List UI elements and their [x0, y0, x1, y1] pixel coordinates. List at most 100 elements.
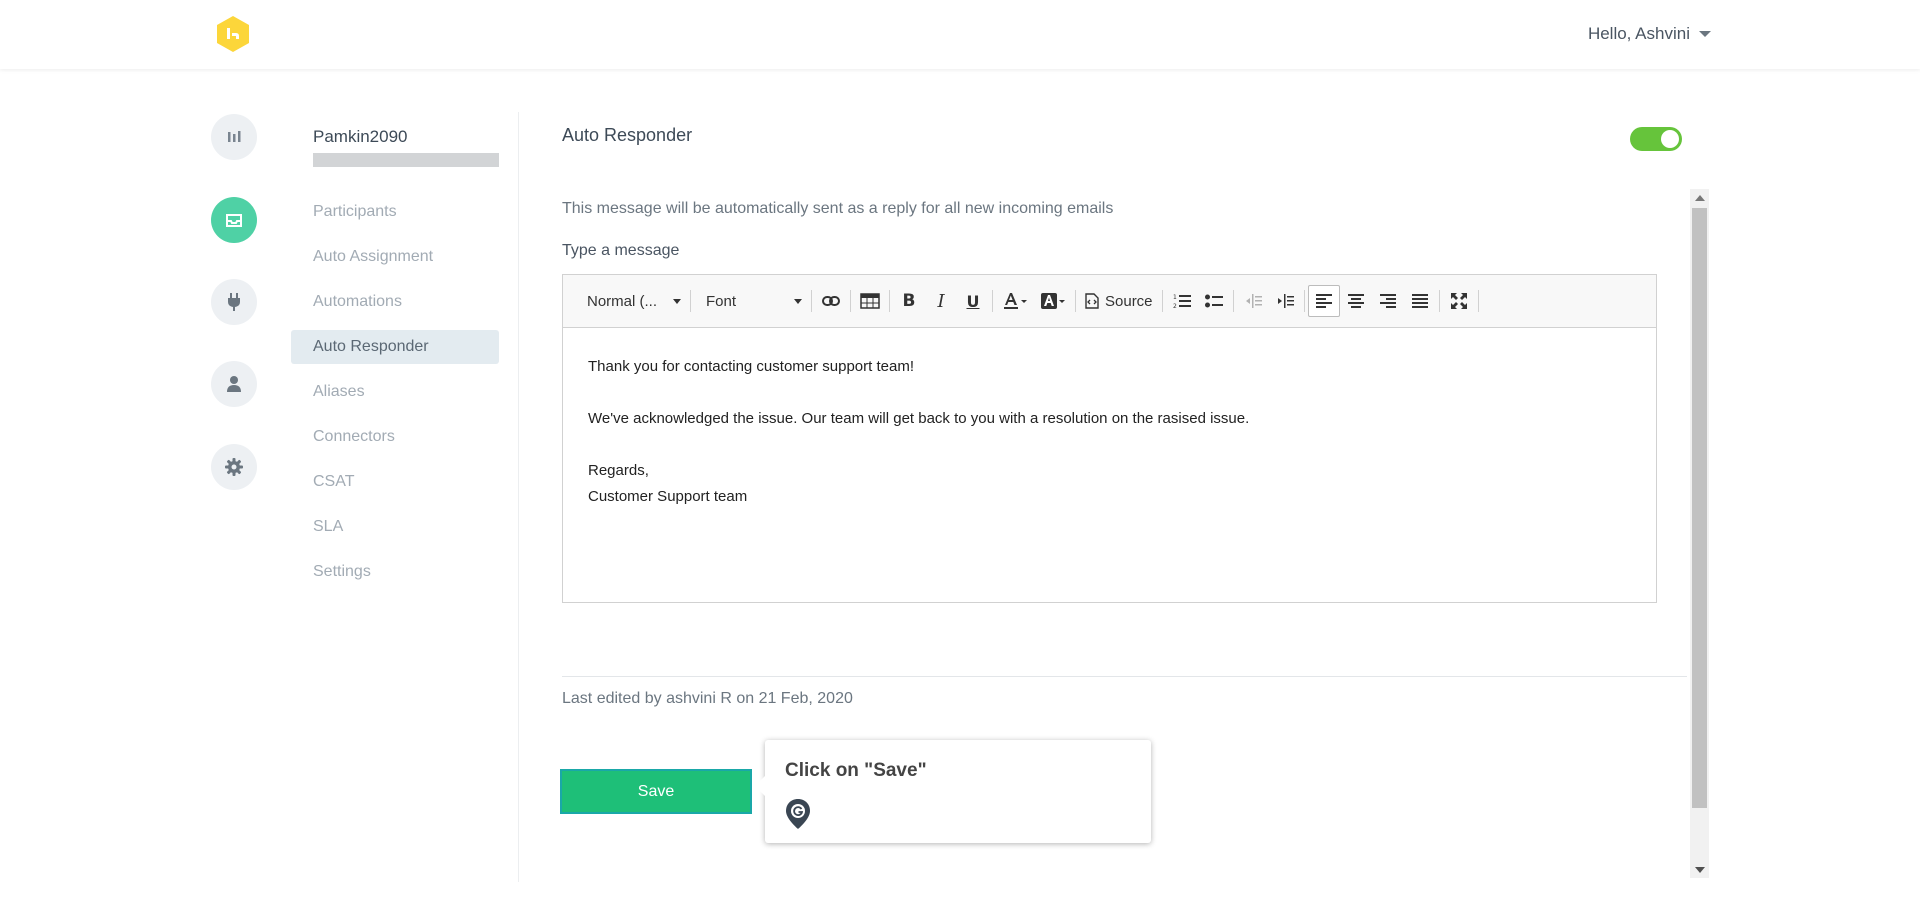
- message-line: Customer Support team: [588, 488, 748, 505]
- outdent-icon: [1245, 294, 1262, 308]
- guide-tooltip: Click on "Save": [755, 740, 1151, 843]
- maximize-button[interactable]: [1443, 285, 1475, 317]
- outdent-button[interactable]: [1237, 285, 1269, 317]
- justify-icon: [1411, 294, 1428, 308]
- svg-text:1: 1: [1173, 294, 1177, 301]
- description-text: This message will be automatically sent …: [562, 200, 1114, 217]
- scroll-down-button[interactable]: [1690, 861, 1709, 878]
- background-color-icon: [1041, 293, 1065, 309]
- gear-icon: [225, 458, 243, 476]
- save-button[interactable]: Save: [560, 769, 752, 814]
- svg-text:2: 2: [1173, 303, 1177, 309]
- toggle-knob: [1661, 130, 1679, 148]
- editor-toolbar: Normal (... Font B I U Source 1 2: [563, 275, 1656, 328]
- toolbar-separator: [889, 290, 890, 312]
- toolbar-separator: [1438, 290, 1440, 312]
- align-right-icon: [1379, 294, 1396, 308]
- font-dropdown-label: Font: [706, 292, 737, 310]
- subnav-item-connectors[interactable]: Connectors: [291, 420, 499, 454]
- format-dropdown[interactable]: Normal (...: [575, 285, 687, 317]
- subnav-item-auto-responder[interactable]: Auto Responder: [291, 330, 499, 364]
- scrollbar-thumb[interactable]: [1692, 208, 1707, 808]
- arrow-up-icon: [1694, 194, 1705, 201]
- last-edited-text: Last edited by ashvini R on 21 Feb, 2020: [562, 690, 853, 707]
- subnav-item-automations[interactable]: Automations: [291, 285, 499, 319]
- account-name: Pamkin2090: [313, 127, 408, 146]
- message-line: [588, 432, 1631, 458]
- bulleted-list-button[interactable]: [1198, 285, 1230, 317]
- align-left-icon: [1315, 294, 1332, 308]
- user-icon: [227, 376, 241, 392]
- maximize-icon: [1450, 293, 1467, 309]
- table-button[interactable]: [854, 285, 886, 317]
- indent-icon: [1277, 294, 1294, 308]
- bold-button[interactable]: B: [893, 285, 925, 317]
- toolbar-separator: [992, 290, 993, 312]
- italic-button[interactable]: I: [925, 285, 957, 317]
- align-left-button[interactable]: [1307, 285, 1340, 317]
- toolbar-separator: [1477, 290, 1479, 312]
- user-menu[interactable]: Hello, Ashvini: [1588, 24, 1711, 44]
- bulleted-list-icon: [1204, 294, 1223, 308]
- subnav-item-aliases[interactable]: Aliases: [291, 375, 499, 409]
- section-divider: [562, 676, 1687, 677]
- rail-integrations-button[interactable]: [211, 279, 257, 325]
- rail-inbox-button[interactable]: [211, 197, 257, 243]
- location-pin-icon: [786, 799, 810, 829]
- rail-settings-button[interactable]: [211, 444, 257, 490]
- subnav-item-participants[interactable]: Participants: [291, 195, 499, 229]
- user-greeting: Hello, Ashvini: [1587, 24, 1690, 43]
- align-center-button[interactable]: [1340, 285, 1372, 317]
- text-color-button[interactable]: [996, 285, 1034, 317]
- message-label: Type a message: [562, 242, 680, 259]
- link-icon: [822, 296, 840, 306]
- subnav-item-csat[interactable]: CSAT: [291, 465, 499, 499]
- source-icon: [1085, 293, 1099, 309]
- arrow-down-icon: [1694, 866, 1705, 873]
- toolbar-separator: [1161, 290, 1163, 312]
- message-line: [588, 380, 1631, 406]
- message-line: Thank you for contacting customer suppor…: [588, 358, 914, 375]
- editor-content[interactable]: Thank you for contacting customer suppor…: [563, 328, 1656, 536]
- subnav-item-settings[interactable]: Settings: [291, 555, 499, 589]
- chevron-down-icon: [673, 298, 681, 304]
- message-line: We've acknowledged the issue. Our team w…: [588, 410, 1250, 427]
- numbered-list-button[interactable]: 1 2: [1166, 285, 1198, 317]
- sidebar-divider: [518, 112, 519, 882]
- reports-icon: [228, 131, 241, 142]
- page-title: Auto Responder: [562, 125, 693, 145]
- toolbar-separator: [1232, 290, 1234, 312]
- vertical-scrollbar[interactable]: [1690, 189, 1709, 878]
- message-line: Regards,: [588, 462, 649, 479]
- subnav-item-sla[interactable]: SLA: [291, 510, 499, 544]
- toolbar-separator: [690, 290, 691, 312]
- toolbar-separator: [1303, 290, 1305, 312]
- format-dropdown-label: Normal (...: [587, 292, 658, 310]
- scroll-up-button[interactable]: [1690, 189, 1709, 206]
- align-right-button[interactable]: [1372, 285, 1404, 317]
- account-placeholder-bar: [313, 153, 499, 167]
- align-center-icon: [1347, 294, 1364, 308]
- auto-responder-toggle[interactable]: [1630, 127, 1682, 151]
- link-button[interactable]: [815, 285, 847, 317]
- numbered-list-icon: 1 2: [1173, 294, 1191, 309]
- plug-icon: [228, 293, 240, 311]
- subnav-item-auto-assignment[interactable]: Auto Assignment: [291, 240, 499, 274]
- source-button[interactable]: Source: [1079, 285, 1159, 317]
- background-color-button[interactable]: [1034, 285, 1072, 317]
- source-button-label: Source: [1105, 292, 1153, 310]
- underline-button[interactable]: U: [957, 285, 989, 317]
- table-icon: [860, 293, 880, 309]
- toolbar-separator: [850, 290, 851, 312]
- justify-button[interactable]: [1404, 285, 1436, 317]
- chevron-down-icon: [1699, 31, 1711, 37]
- rail-reports-button[interactable]: [211, 114, 257, 160]
- toolbar-separator: [811, 290, 812, 312]
- inbox-icon: [226, 214, 242, 227]
- font-dropdown[interactable]: Font: [694, 285, 808, 317]
- app-logo[interactable]: [213, 14, 253, 54]
- rail-users-button[interactable]: [211, 361, 257, 407]
- top-bar: Hello, Ashvini: [0, 0, 1920, 69]
- indent-button[interactable]: [1269, 285, 1301, 317]
- chevron-down-icon: [794, 298, 802, 304]
